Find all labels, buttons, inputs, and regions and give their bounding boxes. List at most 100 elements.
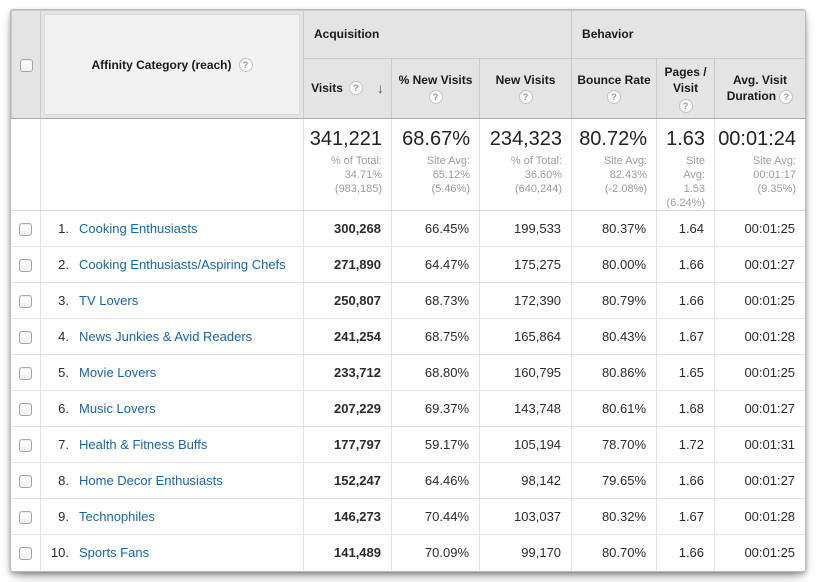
row-index: 6. xyxy=(41,401,69,416)
table-row: 2.Cooking Enthusiasts/Aspiring Chefs 271… xyxy=(12,247,806,283)
column-header-bounce-rate[interactable]: Bounce Rate ? xyxy=(572,58,657,118)
visits-cell: 233,712 xyxy=(304,355,392,391)
visits-cell: 152,247 xyxy=(304,463,392,499)
dimension-header-label: Affinity Category (reach) xyxy=(91,58,231,72)
bounce-rate-cell: 79.65% xyxy=(572,463,657,499)
category-cell: 1. Cooking Enthusiasts xyxy=(41,211,304,247)
row-index: 1. xyxy=(41,221,69,236)
category-link[interactable]: Health & Fitness Buffs xyxy=(79,437,207,452)
visits-cell: 177,797 xyxy=(304,427,392,463)
visits-cell: 141,489 xyxy=(304,535,392,571)
help-icon[interactable]: ? xyxy=(607,90,621,104)
column-header-new-visits[interactable]: New Visits ? xyxy=(480,58,572,118)
bounce-rate-cell: 80.43% xyxy=(572,319,657,355)
bounce-rate-cell: 78.70% xyxy=(572,427,657,463)
group-label: Behavior xyxy=(582,27,633,41)
pages-per-visit-cell: 1.64 xyxy=(657,211,715,247)
visits-cell: 241,254 xyxy=(304,319,392,355)
row-checkbox[interactable] xyxy=(19,259,32,272)
help-icon[interactable]: ? xyxy=(779,90,793,104)
select-all-checkbox[interactable] xyxy=(20,59,33,72)
pages-per-visit-cell: 1.67 xyxy=(657,499,715,535)
pct-new-visits-cell: 68.75% xyxy=(392,319,480,355)
category-link[interactable]: Cooking Enthusiasts/Aspiring Chefs xyxy=(79,257,286,272)
row-index: 9. xyxy=(41,509,69,524)
dimension-header-cell: Affinity Category (reach) ? xyxy=(41,11,304,119)
help-icon[interactable]: ? xyxy=(429,90,443,104)
summary-visits-cell: 341,221 % of Total: 34.71% (983,185) xyxy=(304,119,392,211)
row-checkbox-cell xyxy=(12,211,41,247)
category-cell: 5.Movie Lovers xyxy=(41,355,304,391)
avg-duration-cell: 00:01:25 xyxy=(715,283,806,319)
summary-value: 341,221 xyxy=(304,128,382,151)
column-label: Pages / Visit xyxy=(663,64,708,96)
row-checkbox[interactable] xyxy=(19,511,32,524)
avg-duration-cell: 00:01:31 xyxy=(715,427,806,463)
column-header-pages-per-visit[interactable]: Pages / Visit ? xyxy=(657,58,715,118)
summary-value: 1.63 xyxy=(657,128,705,151)
category-link[interactable]: Home Decor Enthusiasts xyxy=(79,473,223,488)
summary-value: 80.72% xyxy=(572,128,647,151)
group-header-behavior: Behavior xyxy=(572,11,806,59)
category-link[interactable]: Technophiles xyxy=(79,509,155,524)
row-checkbox-cell xyxy=(12,247,41,283)
row-checkbox-cell xyxy=(12,463,41,499)
summary-bounce-rate-cell: 80.72% Site Avg: 82.43% (-2.08%) xyxy=(572,119,657,211)
summary-subtext: Site Avg: 82.43% (-2.08%) xyxy=(572,154,647,196)
summary-empty-cell xyxy=(41,119,304,211)
avg-duration-cell: 00:01:25 xyxy=(715,211,806,247)
avg-duration-cell: 00:01:25 xyxy=(715,355,806,391)
visits-cell: 207,229 xyxy=(304,391,392,427)
row-checkbox[interactable] xyxy=(19,547,32,560)
row-checkbox[interactable] xyxy=(19,331,32,344)
pct-new-visits-cell: 64.46% xyxy=(392,463,480,499)
category-link[interactable]: Movie Lovers xyxy=(79,365,156,380)
column-header-pct-new-visits[interactable]: % New Visits ? xyxy=(392,58,480,118)
row-checkbox[interactable] xyxy=(19,439,32,452)
help-icon[interactable]: ? xyxy=(519,90,533,104)
table-row: 9.Technophiles 146,273 70.44% 103,037 80… xyxy=(12,499,806,535)
row-checkbox[interactable] xyxy=(19,223,32,236)
row-checkbox[interactable] xyxy=(19,295,32,308)
summary-value: 68.67% xyxy=(392,128,470,151)
pct-new-visits-cell: 68.80% xyxy=(392,355,480,391)
column-header-visits[interactable]: Visits ? ↓ xyxy=(304,58,392,118)
pages-per-visit-cell: 1.65 xyxy=(657,355,715,391)
pct-new-visits-cell: 68.73% xyxy=(392,283,480,319)
bounce-rate-cell: 80.79% xyxy=(572,283,657,319)
summary-subtext: Site Avg: 00:01:17 (9.35%) xyxy=(715,154,796,196)
select-all-header-cell xyxy=(12,11,41,119)
visits-cell: 300,268 xyxy=(304,211,392,247)
summary-subtext: % of Total: 36.60% (640,244) xyxy=(480,154,562,196)
group-label: Acquisition xyxy=(314,27,379,41)
avg-duration-cell: 00:01:25 xyxy=(715,535,806,571)
category-link[interactable]: News Junkies & Avid Readers xyxy=(79,329,252,344)
table-row: 1.Cooking Enthusiasts 300,268 66.45% 199… xyxy=(12,211,806,247)
summary-empty-cell xyxy=(12,119,41,211)
table-row: 3.TV Lovers 250,807 68.73% 172,390 80.79… xyxy=(12,283,806,319)
visits-cell: 250,807 xyxy=(304,283,392,319)
help-icon[interactable]: ? xyxy=(239,58,253,72)
row-checkbox[interactable] xyxy=(19,475,32,488)
category-link[interactable]: Cooking Enthusiasts xyxy=(79,221,198,236)
table-row: 8.Home Decor Enthusiasts 152,247 64.46% … xyxy=(12,463,806,499)
row-checkbox[interactable] xyxy=(19,403,32,416)
category-cell: 8.Home Decor Enthusiasts xyxy=(41,463,304,499)
row-checkbox-cell xyxy=(12,535,41,571)
table-row: 5.Movie Lovers 233,712 68.80% 160,795 80… xyxy=(12,355,806,391)
new-visits-cell: 99,170 xyxy=(480,535,572,571)
category-link[interactable]: Sports Fans xyxy=(79,545,149,560)
help-icon[interactable]: ? xyxy=(679,99,693,113)
help-icon[interactable]: ? xyxy=(349,81,363,95)
group-header-acquisition: Acquisition xyxy=(304,11,572,59)
row-checkbox[interactable] xyxy=(19,367,32,380)
table-body: 341,221 % of Total: 34.71% (983,185) 68.… xyxy=(12,119,806,571)
category-cell: 10.Sports Fans xyxy=(41,535,304,571)
avg-duration-cell: 00:01:27 xyxy=(715,247,806,283)
pages-per-visit-cell: 1.66 xyxy=(657,247,715,283)
category-link[interactable]: TV Lovers xyxy=(79,293,138,308)
category-link[interactable]: Music Lovers xyxy=(79,401,156,416)
column-header-avg-visit-duration[interactable]: Avg. Visit Duration ? xyxy=(715,58,806,118)
pages-per-visit-cell: 1.66 xyxy=(657,463,715,499)
bounce-rate-cell: 80.70% xyxy=(572,535,657,571)
